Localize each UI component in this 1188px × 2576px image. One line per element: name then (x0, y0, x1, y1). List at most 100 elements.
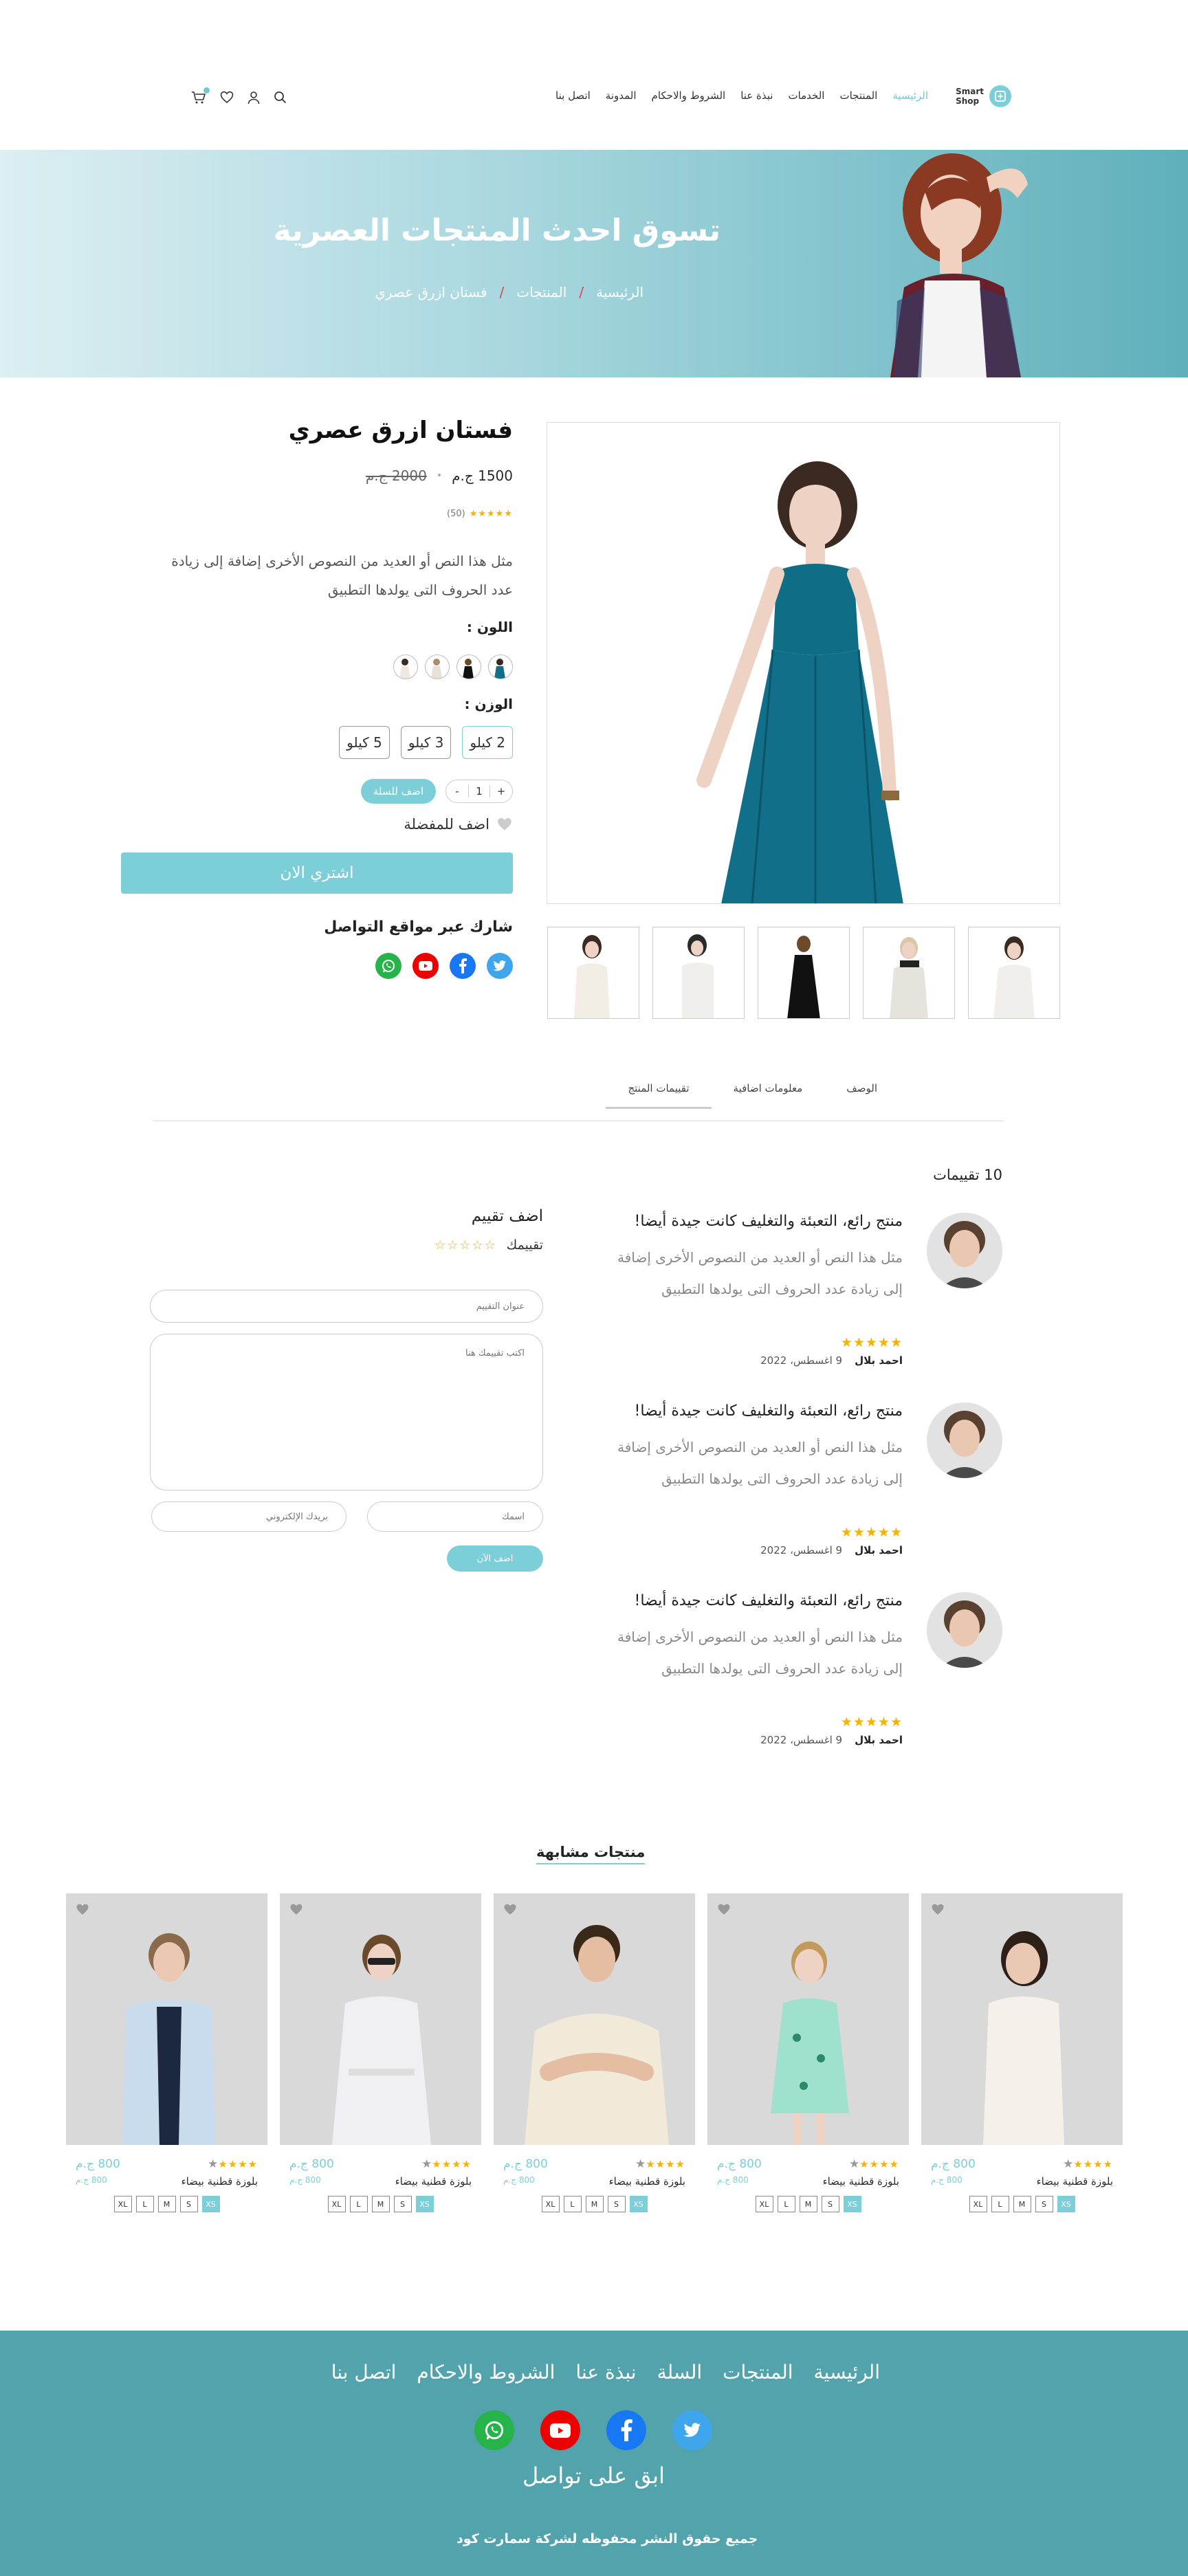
tab-description[interactable]: الوصف (824, 1082, 899, 1109)
thumbnail[interactable] (758, 927, 850, 1019)
product-main-image[interactable] (547, 422, 1060, 904)
weight-option-5kg[interactable]: 5 كيلو (339, 726, 390, 759)
youtube-icon[interactable] (412, 953, 439, 979)
review-title-input[interactable] (150, 1290, 543, 1323)
footer-link-cart[interactable]: السلة (657, 2361, 703, 2384)
footer-link-home[interactable]: الرئيسية (814, 2361, 880, 2384)
weight-label: الوزن : (464, 696, 513, 712)
heart-icon[interactable] (220, 91, 234, 104)
thumbnail[interactable] (652, 927, 745, 1019)
weight-option-3kg[interactable]: 3 كيلو (400, 726, 452, 759)
thumbnail[interactable] (547, 927, 639, 1019)
size-option[interactable]: XS (415, 2196, 434, 2212)
footer-link-about[interactable]: نبذة عنا (575, 2361, 636, 2384)
product-card[interactable]: ★★★★★ 800 ج.م بلوزة قطنية بيضاء 800 ج.م XL… (707, 1893, 909, 2212)
size-option[interactable]: XS (201, 2196, 220, 2212)
breadcrumb-products[interactable]: المنتجات (516, 284, 566, 300)
size-option[interactable]: XS (843, 2196, 861, 2212)
size-option[interactable]: M (157, 2196, 176, 2212)
product-card-star-off: ★ (207, 2157, 219, 2171)
product-card[interactable]: ★★★★★ 800 ج.م بلوزة قطنية بيضاء 800 ج.م XL… (921, 1893, 1123, 2212)
reviewer-name-input[interactable] (367, 1501, 543, 1532)
weight-option-2kg[interactable]: 2 كيلو (462, 726, 513, 759)
nav-blog[interactable]: المدونة (606, 89, 637, 102)
footer-link-products[interactable]: المنتجات (723, 2361, 793, 2384)
review-body-textarea[interactable] (150, 1334, 543, 1490)
size-option[interactable]: XL (327, 2196, 346, 2212)
nav-products[interactable]: المنتجات (839, 89, 877, 102)
nav-contact[interactable]: اتصل بنا (556, 89, 591, 102)
qty-value[interactable]: 1 (468, 785, 490, 797)
youtube-icon[interactable] (540, 2410, 580, 2450)
buy-now-button[interactable]: اشتري الان (121, 852, 513, 894)
size-option[interactable]: S (607, 2196, 626, 2212)
product-card-image[interactable] (921, 1893, 1123, 2145)
color-swatch[interactable] (456, 654, 481, 679)
favorite-heart-icon[interactable] (931, 1903, 945, 1916)
product-card-image[interactable] (66, 1893, 267, 2145)
product-card[interactable]: ★★★★★ 800 ج.م بلوزة قطنية بيضاء 800 ج.م XL… (66, 1893, 267, 2212)
add-favorite[interactable]: اضف للمفضلة (404, 816, 513, 833)
twitter-icon[interactable] (487, 953, 513, 979)
favorite-heart-icon[interactable] (289, 1903, 303, 1916)
whatsapp-icon[interactable] (375, 953, 402, 979)
size-option[interactable]: S (393, 2196, 412, 2212)
size-option[interactable]: XL (113, 2196, 132, 2212)
size-option[interactable]: S (179, 2196, 198, 2212)
size-option[interactable]: L (135, 2196, 154, 2212)
product-card[interactable]: ★★★★★ 800 ج.م بلوزة قطنية بيضاء 800 ج.م XL… (280, 1893, 481, 2212)
twitter-icon[interactable] (672, 2410, 712, 2450)
nav-home[interactable]: الرئيسية (892, 89, 928, 102)
size-option[interactable]: XS (629, 2196, 648, 2212)
tab-reviews[interactable]: تقييمات المنتج (606, 1082, 712, 1109)
size-option[interactable]: M (585, 2196, 604, 2212)
add-to-cart-button[interactable]: اضف للسلة (360, 779, 436, 804)
favorite-heart-icon[interactable] (717, 1903, 731, 1916)
cart-icon[interactable] (191, 87, 210, 104)
size-option[interactable]: L (777, 2196, 795, 2212)
size-option[interactable]: M (1013, 2196, 1031, 2212)
thumbnail[interactable] (968, 927, 1060, 1019)
product-card-rating: ★★★★★ (849, 2157, 899, 2171)
thumbnail[interactable] (863, 927, 955, 1019)
nav-services[interactable]: الخدمات (788, 89, 824, 102)
size-option[interactable]: L (991, 2196, 1009, 2212)
search-icon[interactable] (274, 91, 287, 104)
breadcrumb-current: فستان ازرق عصري (375, 284, 487, 300)
product-card-image[interactable] (280, 1893, 481, 2145)
footer-link-terms[interactable]: الشروط والاحكام (417, 2361, 555, 2384)
favorite-heart-icon[interactable] (503, 1903, 517, 1916)
qty-plus-button[interactable]: + (490, 785, 512, 797)
size-option[interactable]: XL (755, 2196, 773, 2212)
tab-additional-info[interactable]: معلومات اضافية (712, 1082, 825, 1109)
nav-about[interactable]: نبذة عنا (740, 89, 773, 102)
user-icon[interactable] (248, 91, 260, 104)
favorite-heart-icon[interactable] (76, 1903, 89, 1916)
product-card-image[interactable] (707, 1893, 909, 2145)
size-option[interactable]: XS (1057, 2196, 1075, 2212)
reviewer-email-input[interactable] (151, 1501, 346, 1532)
submit-review-button[interactable]: اضف الآن (447, 1545, 543, 1572)
whatsapp-icon[interactable] (474, 2410, 514, 2450)
color-swatch[interactable] (393, 654, 418, 679)
breadcrumb-home[interactable]: الرئيسية (596, 284, 644, 300)
qty-minus-button[interactable]: - (446, 785, 468, 797)
facebook-icon[interactable] (450, 953, 476, 979)
facebook-icon[interactable] (606, 2410, 646, 2450)
size-option[interactable]: L (563, 2196, 582, 2212)
logo[interactable]: Smart Shop (956, 85, 1011, 107)
rating-stars-input[interactable]: ☆☆☆☆☆ (434, 1238, 497, 1253)
size-option[interactable]: XL (541, 2196, 560, 2212)
size-option[interactable]: M (371, 2196, 390, 2212)
color-swatch[interactable] (488, 654, 513, 679)
nav-terms[interactable]: الشروط والاحكام (652, 89, 726, 102)
size-option[interactable]: XL (969, 2196, 987, 2212)
product-card-image[interactable] (494, 1893, 695, 2145)
footer-link-contact[interactable]: اتصل بنا (331, 2361, 397, 2384)
product-card[interactable]: ★★★★★ 800 ج.م بلوزة قطنية بيضاء 800 ج.م XL… (494, 1893, 695, 2212)
size-option[interactable]: S (821, 2196, 839, 2212)
size-option[interactable]: S (1035, 2196, 1053, 2212)
size-option[interactable]: L (349, 2196, 368, 2212)
size-option[interactable]: M (799, 2196, 817, 2212)
color-swatch[interactable] (425, 654, 450, 679)
